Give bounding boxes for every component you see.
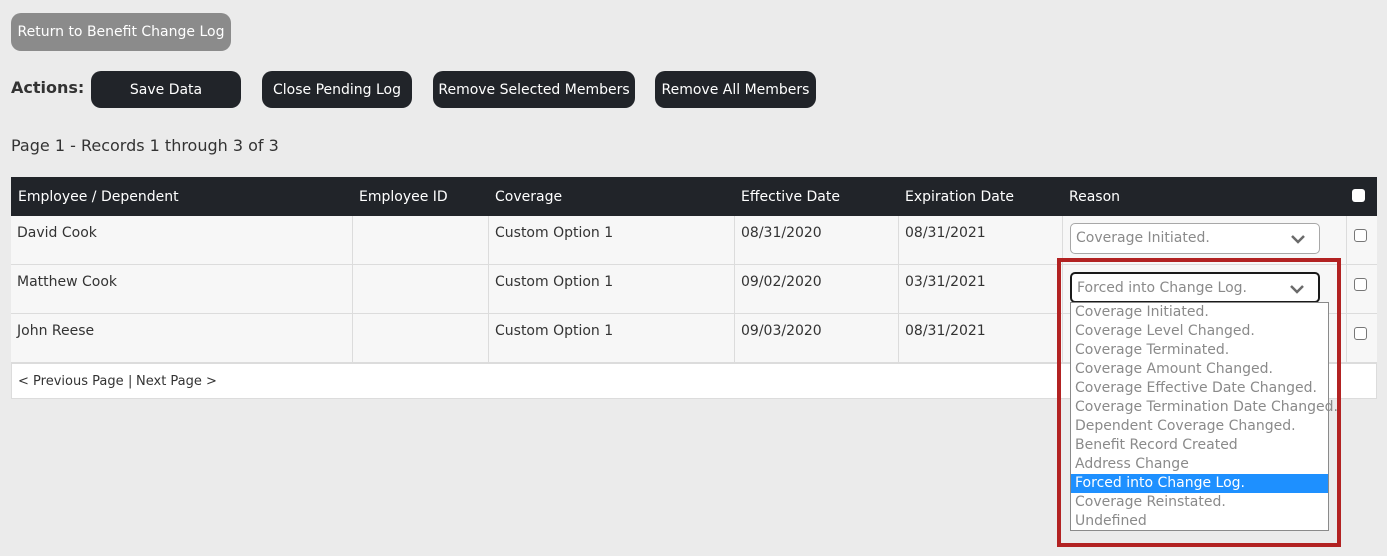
column-header-employee-id[interactable]: Employee ID — [359, 189, 448, 205]
column-header-effective-date[interactable]: Effective Date — [741, 189, 840, 205]
cell-effective-date: 09/03/2020 — [735, 314, 899, 362]
column-header-expiration-date[interactable]: Expiration Date — [905, 189, 1014, 205]
next-page-link[interactable]: Next Page > — [136, 374, 217, 389]
cell-expiration-date: 03/31/2021 — [899, 265, 1063, 313]
row-checkbox[interactable] — [1354, 229, 1367, 242]
reason-option-selected[interactable]: Forced into Change Log. — [1071, 474, 1328, 493]
records-summary: Page 1 - Records 1 through 3 of 3 — [11, 136, 279, 155]
reason-option[interactable]: Coverage Amount Changed. — [1071, 360, 1328, 379]
cell-employee-id — [353, 265, 489, 313]
cell-coverage: Custom Option 1 — [489, 216, 735, 264]
column-header-employee[interactable]: Employee / Dependent — [18, 189, 179, 205]
reason-option[interactable]: Coverage Level Changed. — [1071, 322, 1328, 341]
select-all-checkbox[interactable] — [1352, 189, 1365, 202]
cell-name: David Cook — [11, 216, 353, 264]
row-checkbox[interactable] — [1354, 327, 1367, 340]
actions-label: Actions: — [11, 78, 85, 97]
reason-dropdown-list: Coverage Initiated. Coverage Level Chang… — [1070, 302, 1338, 531]
reason-option[interactable]: Dependent Coverage Changed. — [1071, 417, 1328, 436]
pager-separator: | — [128, 374, 133, 389]
cell-employee-id — [353, 216, 489, 264]
cell-name: Matthew Cook — [11, 265, 353, 313]
save-data-button[interactable]: Save Data — [91, 71, 241, 108]
column-header-coverage[interactable]: Coverage — [495, 189, 562, 205]
reason-select-value: Forced into Change Log. — [1077, 280, 1247, 296]
reason-select[interactable]: Coverage Initiated. — [1070, 223, 1320, 254]
reason-option[interactable]: Coverage Initiated. — [1071, 303, 1328, 322]
reason-option[interactable]: Coverage Effective Date Changed. — [1071, 379, 1328, 398]
table-header: Employee / Dependent Employee ID Coverag… — [11, 177, 1377, 216]
reason-option[interactable]: Coverage Termination Date Changed. — [1071, 398, 1338, 417]
return-to-change-log-button[interactable]: Return to Benefit Change Log — [11, 13, 231, 51]
remove-selected-members-button[interactable]: Remove Selected Members — [433, 71, 635, 108]
reason-select-open[interactable]: Forced into Change Log. — [1070, 272, 1320, 303]
table-row: David Cook Custom Option 1 08/31/2020 08… — [11, 216, 1377, 265]
reason-select-value: Coverage Initiated. — [1076, 230, 1210, 246]
remove-all-members-button[interactable]: Remove All Members — [655, 71, 816, 108]
cell-expiration-date: 08/31/2021 — [899, 216, 1063, 264]
reason-option[interactable]: Undefined — [1071, 512, 1328, 531]
row-checkbox[interactable] — [1354, 278, 1367, 291]
cell-name: John Reese — [11, 314, 353, 362]
chevron-down-icon — [1291, 235, 1305, 244]
cell-employee-id — [353, 314, 489, 362]
cell-coverage: Custom Option 1 — [489, 314, 735, 362]
reason-option[interactable]: Coverage Reinstated. — [1071, 493, 1328, 512]
cell-effective-date: 08/31/2020 — [735, 216, 899, 264]
cell-coverage: Custom Option 1 — [489, 265, 735, 313]
reason-option[interactable]: Address Change — [1071, 455, 1328, 474]
cell-expiration-date: 08/31/2021 — [899, 314, 1063, 362]
previous-page-link[interactable]: < Previous Page — [18, 374, 124, 389]
chevron-down-icon — [1290, 285, 1304, 294]
close-pending-log-button[interactable]: Close Pending Log — [262, 71, 412, 108]
cell-effective-date: 09/02/2020 — [735, 265, 899, 313]
column-header-reason[interactable]: Reason — [1069, 189, 1120, 205]
reason-option[interactable]: Coverage Terminated. — [1071, 341, 1328, 360]
reason-option[interactable]: Benefit Record Created — [1071, 436, 1328, 455]
